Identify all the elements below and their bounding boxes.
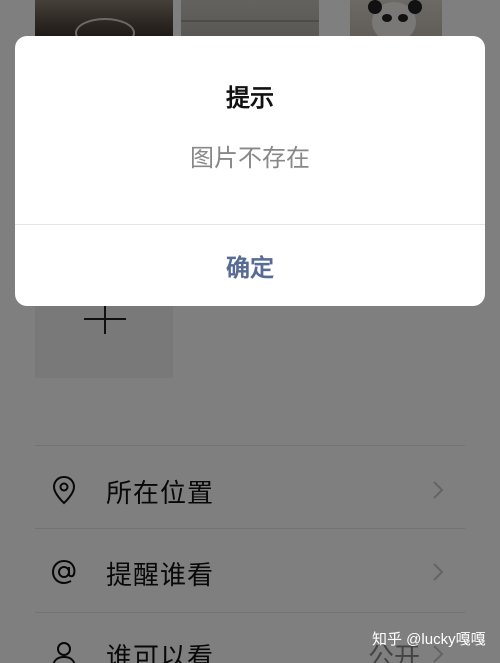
dialog-title: 提示 [226,84,274,112]
dialog-message: 图片不存在 [190,144,310,172]
alert-dialog: 提示 图片不存在 确定 [15,36,485,306]
confirm-button[interactable]: 确定 [15,225,485,306]
watermark: 知乎 @lucky嘎嘎 [372,631,486,648]
